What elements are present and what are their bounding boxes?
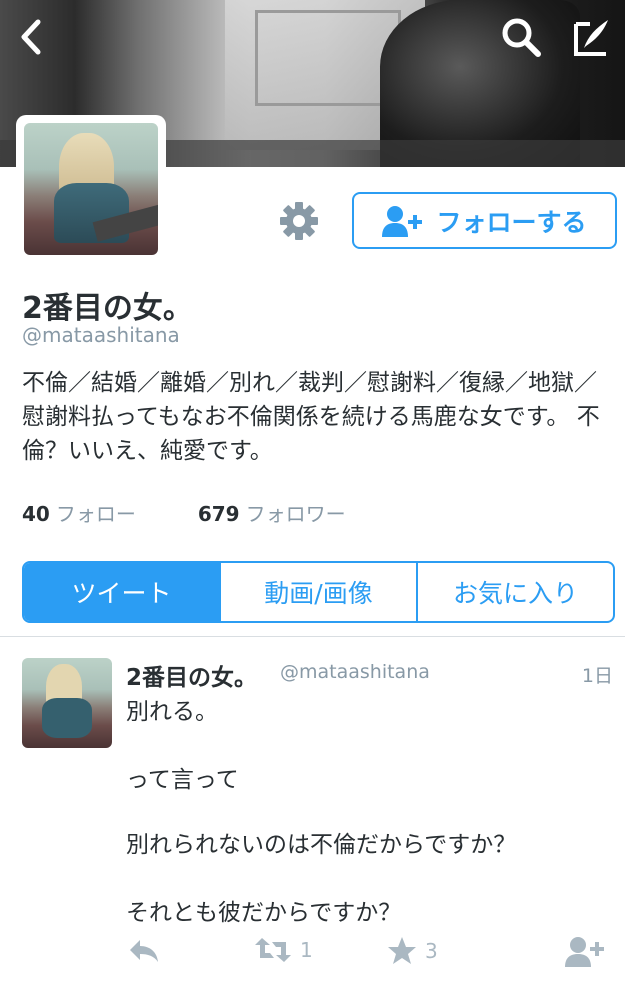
settings-button[interactable] bbox=[278, 200, 320, 242]
star-icon bbox=[388, 937, 416, 964]
followers-stat[interactable]: 679 フォロワー bbox=[198, 498, 346, 527]
tweet-avatar[interactable] bbox=[22, 658, 112, 748]
tweet-timestamp: 1日 bbox=[581, 665, 613, 687]
following-stat[interactable]: 40 フォロー bbox=[22, 498, 136, 527]
tweet-author-name[interactable]: 2番目の女。 bbox=[126, 658, 257, 692]
tab-favorites[interactable]: お気に入り bbox=[418, 563, 613, 621]
tab-media[interactable]: 動画/画像 bbox=[221, 563, 418, 621]
favorite-count: 3 bbox=[425, 939, 438, 963]
profile-avatar-frame bbox=[16, 115, 166, 263]
profile-handle: @mataashitana bbox=[22, 323, 180, 347]
retweet-count: 1 bbox=[300, 938, 313, 962]
tweet-actions: 1 3 bbox=[0, 936, 625, 970]
profile-name: 2番目の女。 bbox=[22, 291, 193, 326]
tweet-text-line: それとも彼だからですか？ bbox=[126, 900, 402, 926]
tweet-avatar-body bbox=[42, 698, 92, 738]
back-button[interactable] bbox=[8, 14, 54, 60]
avatar[interactable] bbox=[24, 123, 158, 255]
reply-button[interactable] bbox=[128, 936, 160, 964]
tweet-text-line: 別れられないのは不倫だからですか？ bbox=[126, 832, 517, 858]
reply-icon bbox=[130, 940, 158, 962]
search-icon bbox=[502, 18, 541, 57]
search-button[interactable] bbox=[498, 14, 544, 60]
add-user-icon bbox=[382, 205, 423, 237]
follow-icon bbox=[565, 937, 604, 967]
profile-tabs: ツイート 動画/画像 お気に入り bbox=[22, 561, 615, 623]
tweet-text-line: 別れる。 bbox=[126, 699, 218, 725]
following-label: フォロー bbox=[55, 502, 136, 526]
divider bbox=[0, 636, 625, 637]
followers-label: フォロワー bbox=[245, 502, 346, 526]
tab-tweets[interactable]: ツイート bbox=[24, 563, 221, 621]
profile-stats: 40 フォロー 679 フォロワー bbox=[22, 498, 408, 527]
tweet-text-line: って言って bbox=[126, 767, 239, 793]
retweet-icon bbox=[255, 938, 291, 962]
follow-user-button[interactable] bbox=[565, 936, 605, 968]
compose-button[interactable] bbox=[568, 14, 614, 60]
favorite-button[interactable]: 3 bbox=[387, 936, 438, 966]
compose-icon bbox=[574, 20, 608, 56]
retweet-button[interactable]: 1 bbox=[254, 936, 313, 964]
follow-button[interactable]: フォローする bbox=[352, 192, 617, 249]
following-count: 40 bbox=[22, 502, 50, 526]
tweet-author-handle: @mataashitana bbox=[280, 661, 430, 683]
profile-bio: 不倫／結婚／離婚／別れ／裁判／慰謝料／復縁／地獄／慰謝料払ってもなお不倫関係を続… bbox=[22, 370, 600, 464]
followers-count: 679 bbox=[197, 502, 240, 526]
back-icon bbox=[21, 19, 41, 55]
follow-button-label: フォローする bbox=[436, 207, 587, 237]
gear-icon bbox=[280, 202, 318, 240]
